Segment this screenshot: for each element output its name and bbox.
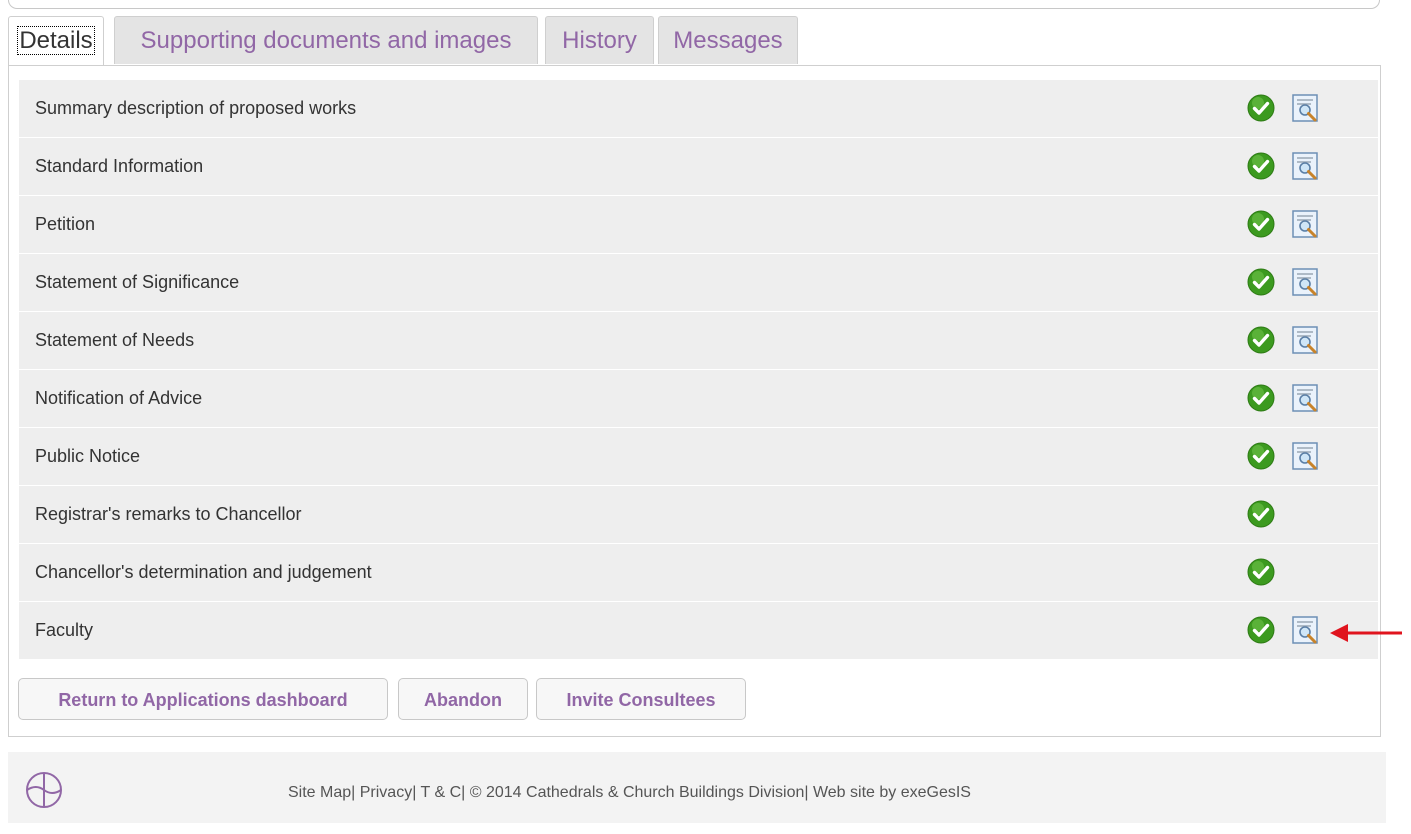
section-label: Statement of Needs — [35, 330, 195, 350]
document-preview-icon[interactable] — [1291, 151, 1321, 181]
check-icon — [1247, 326, 1275, 354]
section-row-statement-of-needs: Statement of Needs — [19, 312, 1378, 370]
document-preview-icon[interactable] — [1291, 325, 1321, 355]
church-logo-icon — [26, 772, 62, 808]
document-preview-icon[interactable] — [1291, 267, 1321, 297]
tab-supporting-documents[interactable]: Supporting documents and images — [114, 16, 538, 64]
section-label: Notification of Advice — [35, 388, 203, 408]
previous-panel-edge — [8, 0, 1380, 9]
invite-consultees-button[interactable]: Invite Consultees — [536, 678, 746, 720]
tab-history-label: History — [562, 27, 637, 54]
tab-details-label: Details — [17, 26, 95, 55]
section-label: Petition — [35, 214, 96, 234]
section-list: Summary description of proposed works St… — [19, 80, 1378, 660]
footer-separator: | — [804, 784, 809, 801]
section-row-petition: Petition — [19, 196, 1378, 254]
tab-messages-label: Messages — [673, 27, 783, 54]
tab-supporting-documents-label: Supporting documents and images — [140, 27, 512, 54]
red-annotation-arrow-icon — [1330, 624, 1402, 642]
footer-separator: | — [412, 784, 417, 801]
copyright-text: © 2014 Cathedrals & Church Buildings Div… — [469, 784, 805, 801]
section-label: Faculty — [35, 620, 94, 640]
document-preview-icon[interactable] — [1291, 209, 1321, 239]
privacy-link[interactable]: Privacy — [360, 784, 412, 801]
section-row-faculty: Faculty — [19, 602, 1378, 660]
check-icon — [1247, 384, 1275, 412]
footer-separator: | — [461, 784, 466, 801]
tab-history[interactable]: History — [545, 16, 654, 64]
section-row-summary: Summary description of proposed works — [19, 80, 1378, 138]
section-row-registrars-remarks: Registrar's remarks to Chancellor — [19, 486, 1378, 544]
check-icon — [1247, 210, 1275, 238]
section-label: Chancellor's determination and judgement — [35, 562, 372, 582]
abandon-button[interactable]: Abandon — [398, 678, 528, 720]
terms-link[interactable]: T & C — [421, 784, 462, 801]
section-label: Standard Information — [35, 156, 204, 176]
document-preview-icon[interactable] — [1291, 441, 1321, 471]
document-preview-icon[interactable] — [1291, 93, 1321, 123]
check-icon — [1247, 94, 1275, 122]
section-row-chancellors-determination: Chancellor's determination and judgement — [19, 544, 1378, 602]
return-to-dashboard-button[interactable]: Return to Applications dashboard — [18, 678, 388, 720]
footer-links: Site Map| Privacy| T & C| © 2014 Cathedr… — [288, 752, 971, 834]
check-icon — [1247, 616, 1275, 644]
check-icon — [1247, 268, 1275, 296]
tab-messages[interactable]: Messages — [658, 16, 798, 64]
document-preview-icon[interactable] — [1291, 383, 1321, 413]
details-panel: Summary description of proposed works St… — [8, 65, 1381, 737]
footer-separator: | — [351, 784, 356, 801]
section-label: Public Notice — [35, 446, 141, 466]
credit-link[interactable]: Web site by exeGesIS — [813, 784, 971, 801]
check-icon — [1247, 500, 1275, 528]
check-icon — [1247, 558, 1275, 586]
check-icon — [1247, 152, 1275, 180]
document-preview-icon[interactable] — [1291, 615, 1321, 645]
section-row-standard-information: Standard Information — [19, 138, 1378, 196]
check-icon — [1247, 442, 1275, 470]
section-label: Statement of Significance — [35, 272, 240, 292]
section-row-statement-of-significance: Statement of Significance — [19, 254, 1378, 312]
section-row-notification-of-advice: Notification of Advice — [19, 370, 1378, 428]
site-map-link[interactable]: Site Map — [288, 784, 351, 801]
footer: Site Map| Privacy| T & C| © 2014 Cathedr… — [8, 752, 1386, 823]
section-label: Summary description of proposed works — [35, 98, 357, 118]
tab-details[interactable]: Details — [8, 16, 104, 66]
section-row-public-notice: Public Notice — [19, 428, 1378, 486]
section-label: Registrar's remarks to Chancellor — [35, 504, 302, 524]
